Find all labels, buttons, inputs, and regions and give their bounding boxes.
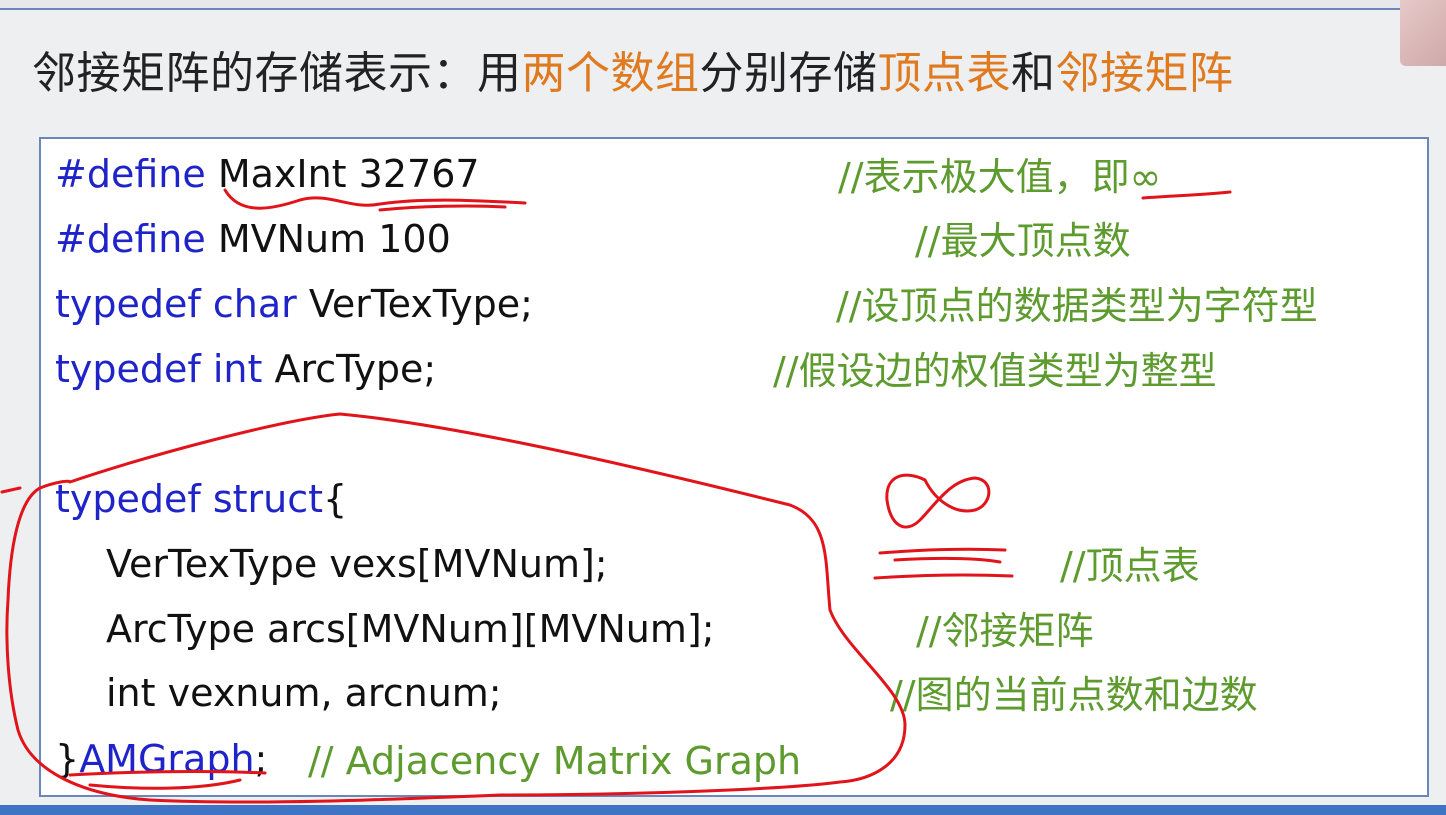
typedef-char-keyword: typedef char [55,282,297,326]
typedef-int-keyword: typedef int [55,347,263,391]
maxint-definition: MaxInt 32767 [205,152,480,196]
define-keyword: #define [55,217,206,261]
code-line-6: VerTexType vexs[MVNum]; [106,542,608,586]
heading-part-1: 邻接矩阵的存储表示：用 [32,48,522,99]
heading-highlight-adjacency-matrix: 邻接矩阵 [1055,48,1234,99]
comment-line-1: //表示极大值，即∞ [838,155,1162,199]
mvnum-definition: MVNum 100 [205,217,451,261]
top-rule [0,0,1400,10]
slide-heading: 邻接矩阵的存储表示：用两个数组分别存储顶点表和邻接矩阵 [32,42,1234,106]
code-line-8: int vexnum, arcnum; [106,671,502,715]
margin-tick [0,486,22,494]
heading-highlight-two-arrays: 两个数组 [521,48,700,99]
slide: 邻接矩阵的存储表示：用两个数组分别存储顶点表和邻接矩阵 #define MaxI… [0,0,1446,815]
struct-close-brace: } [55,737,80,781]
comment-line-6: //顶点表 [1060,544,1200,588]
comment-line-7: //邻接矩阵 [916,609,1094,653]
heading-highlight-vertex-table: 顶点表 [877,48,1011,99]
heading-part-5: 和 [1011,48,1056,99]
comment-line-4: //假设边的权值类型为整型 [773,349,1217,393]
bottom-bar [0,805,1446,815]
comment-line-8: //图的当前点数和边数 [890,673,1258,717]
comment-line-3: //设顶点的数据类型为字符型 [836,284,1318,328]
code-line-2: #define MVNum 100 [55,214,451,264]
statement-semicolon: ; [254,737,268,781]
define-keyword: #define [55,152,206,196]
amgraph-type-name: AMGraph [79,737,255,781]
arctype-definition: ArcType; [262,347,437,391]
code-line-5: typedef struct{ [55,474,347,524]
comment-line-9: // Adjacency Matrix Graph [308,739,802,783]
code-line-3: typedef char VerTexType; [55,279,533,329]
presenter-thumbnail [1400,0,1446,66]
code-line-4: typedef int ArcType; [55,344,436,394]
code-line-1: #define MaxInt 32767 [55,149,480,199]
vertextype-definition: VerTexType; [296,282,533,326]
heading-part-3: 分别存储 [699,48,878,99]
code-line-7: ArcType arcs[MVNum][MVNum]; [106,607,715,651]
comment-line-2: //最大顶点数 [915,219,1131,263]
struct-open-brace: { [323,477,348,521]
code-line-9: }AMGraph; [55,734,267,784]
typedef-struct-keyword: typedef struct [55,477,324,521]
